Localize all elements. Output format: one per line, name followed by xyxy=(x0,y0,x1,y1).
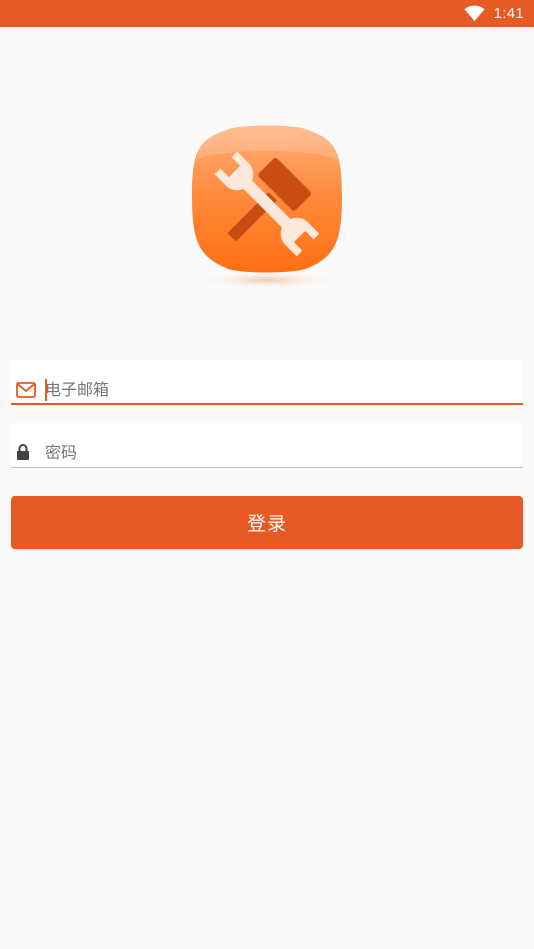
wifi-icon xyxy=(464,5,485,21)
lock-icon xyxy=(17,444,29,460)
password-field[interactable] xyxy=(45,440,505,464)
mail-icon xyxy=(16,382,36,398)
password-field-container xyxy=(11,423,523,468)
hammer-wrench-icon xyxy=(192,125,342,289)
login-button[interactable]: 登录 xyxy=(11,496,523,549)
email-field[interactable] xyxy=(45,377,505,401)
status-time: 1:41 xyxy=(493,5,524,22)
text-cursor xyxy=(45,379,47,401)
status-bar: 1:41 xyxy=(0,0,534,27)
email-field-container xyxy=(11,360,523,405)
status-indicators: 1:41 xyxy=(464,0,524,27)
app-logo xyxy=(186,122,348,292)
